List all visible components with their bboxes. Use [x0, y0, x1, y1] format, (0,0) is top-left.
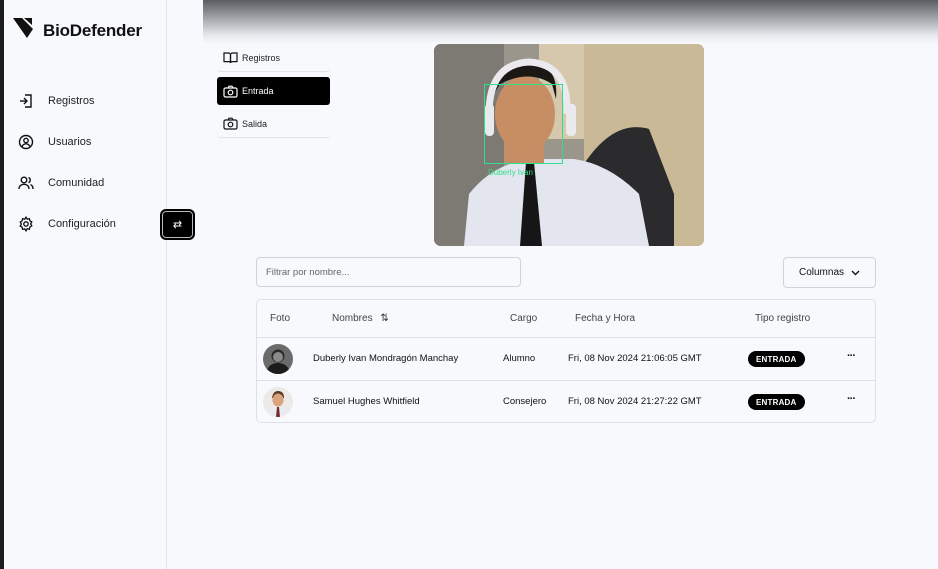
biodefender-logo-icon [12, 16, 34, 45]
sidebar-item-label: Registros [48, 94, 95, 107]
tab-label: Entrada [242, 86, 274, 96]
columns-button[interactable]: Columnas [783, 257, 876, 288]
users-icon [18, 175, 34, 191]
filter-by-name-input[interactable] [256, 257, 521, 287]
sidebar-item-label: Usuarios [48, 135, 92, 148]
sidebar-item-registros[interactable]: Registros [4, 80, 167, 121]
camera-feed: Duberly Ivan [434, 44, 704, 246]
tab-entrada[interactable]: Entrada [217, 77, 330, 105]
cell-role: Alumno [503, 353, 536, 364]
face-detection-box [484, 84, 563, 164]
status-badge: ENTRADA [748, 394, 805, 410]
avatar [263, 387, 293, 417]
header-photo: Foto [270, 313, 291, 324]
records-table: Foto Nombres ⇅ Cargo Fecha y Hora Tipo r… [256, 299, 876, 423]
table-row[interactable]: Samuel Hughes Whitfield Consejero Fri, 0… [257, 381, 875, 424]
cell-datetime: Fri, 08 Nov 2024 21:06:05 GMT [568, 353, 702, 364]
face-detection-label: Duberly Ivan [488, 168, 533, 177]
top-shadow [203, 0, 938, 44]
status-badge: ENTRADA [748, 351, 805, 367]
login-icon [18, 93, 34, 109]
header-name[interactable]: Nombres ⇅ [332, 313, 389, 324]
cell-role: Consejero [503, 396, 547, 407]
row-actions-more-icon[interactable]: ··· [847, 350, 856, 362]
sidebar-item-configuracion[interactable]: Configuración [4, 203, 167, 244]
sidebar-item-usuarios[interactable]: Usuarios [4, 121, 167, 162]
tab-label: Registros [242, 52, 281, 63]
brand[interactable]: BioDefender [12, 16, 142, 45]
sidebar-item-comunidad[interactable]: Comunidad [4, 162, 167, 203]
tab-salida[interactable]: Salida [217, 110, 330, 138]
columns-button-label: Columnas [798, 267, 845, 278]
table-header: Foto Nombres ⇅ Cargo Fecha y Hora Tipo r… [257, 300, 875, 338]
table-row[interactable]: Duberly Ivan Mondragón Manchay Alumno Fr… [257, 338, 875, 381]
cell-datetime: Fri, 08 Nov 2024 21:27:22 GMT [568, 396, 702, 407]
avatar [263, 344, 293, 374]
row-actions-more-icon[interactable]: ··· [847, 393, 856, 405]
chevron-down-icon [851, 270, 860, 275]
swap-icon: ⇄ [172, 219, 183, 231]
sidebar: BioDefender Registros Usuarios Comunidad… [4, 0, 167, 569]
tab-label: Salida [242, 118, 268, 129]
header-type: Tipo registro [755, 313, 811, 324]
camera-icon [223, 85, 238, 98]
subtabs: Registros Entrada Salida [217, 44, 330, 143]
sidebar-item-label: Configuración [48, 217, 116, 230]
header-datetime: Fecha y Hora [575, 313, 636, 324]
camera-icon [223, 117, 238, 130]
header-role: Cargo [510, 313, 538, 324]
tab-registros[interactable]: Registros [217, 44, 330, 72]
user-circle-icon [18, 134, 34, 150]
cell-name: Duberly Ivan Mondragón Manchay [313, 353, 459, 364]
book-open-icon [223, 52, 238, 64]
sidebar-toggle-button[interactable]: ⇄ [160, 209, 195, 240]
sidebar-nav: Registros Usuarios Comunidad Configuraci… [4, 80, 167, 244]
cell-name: Samuel Hughes Whitfield [313, 396, 420, 407]
header-name-label: Nombres [332, 313, 373, 324]
gear-icon [18, 215, 34, 232]
camera-frame-image [434, 44, 704, 246]
sort-icon[interactable]: ⇅ [380, 313, 388, 324]
sidebar-item-label: Comunidad [48, 176, 105, 189]
brand-name: BioDefender [43, 20, 142, 40]
